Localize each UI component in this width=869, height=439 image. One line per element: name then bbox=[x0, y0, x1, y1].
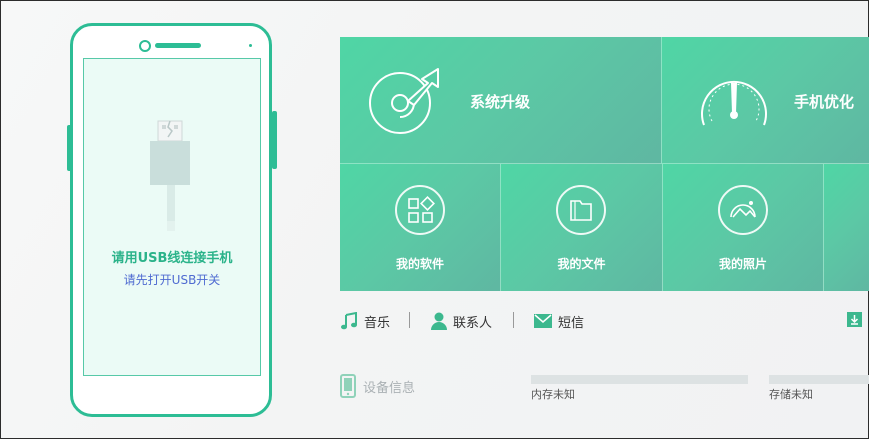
envelope-icon bbox=[534, 314, 552, 328]
tile-more[interactable] bbox=[824, 164, 869, 291]
gauge-icon bbox=[701, 80, 767, 126]
storage-bar bbox=[769, 375, 869, 384]
my-files-label: 我的文件 bbox=[557, 257, 606, 271]
my-software-label: 我的软件 bbox=[395, 257, 444, 271]
connect-usb-title: 请用USB线连接手机 bbox=[111, 251, 233, 266]
tile-my-software[interactable]: 我的软件 bbox=[340, 164, 501, 291]
enable-usb-hint: 请先打开USB开关 bbox=[123, 273, 221, 287]
software-icon bbox=[395, 185, 445, 235]
quick-link-music[interactable]: 音乐 bbox=[340, 311, 390, 331]
contact-person-icon bbox=[431, 312, 447, 330]
storage-label: 存储未知 bbox=[769, 388, 813, 401]
my-photos-label: 我的照片 bbox=[718, 257, 767, 271]
tile-phone-optimize[interactable]: 手机优化 bbox=[662, 37, 869, 164]
device-info: 设备信息 bbox=[340, 374, 415, 398]
phone-optimize-label: 手机优化 bbox=[794, 93, 855, 111]
phone-camera-icon bbox=[139, 40, 151, 52]
phone-speaker bbox=[155, 43, 201, 48]
phone-sensor bbox=[249, 44, 252, 47]
music-label: 音乐 bbox=[364, 315, 391, 331]
system-upgrade-label: 系统升级 bbox=[470, 93, 531, 111]
download-icon[interactable] bbox=[847, 312, 862, 327]
usb-cable-icon bbox=[150, 120, 190, 231]
memory-label: 内存未知 bbox=[531, 388, 575, 401]
divider bbox=[513, 312, 514, 328]
device-info-title: 设备信息 bbox=[363, 380, 416, 396]
phone-icon bbox=[340, 374, 356, 398]
quick-link-sms[interactable]: 短信 bbox=[534, 311, 584, 331]
sms-label: 短信 bbox=[558, 315, 585, 331]
folder-icon bbox=[556, 185, 606, 235]
phone-screen: 请用USB线连接手机 请先打开USB开关 bbox=[83, 58, 261, 376]
photo-icon bbox=[718, 185, 768, 235]
quick-link-contacts[interactable]: 联系人 bbox=[431, 311, 492, 331]
divider bbox=[409, 312, 410, 328]
phone-illustration: 请用USB线连接手机 请先打开USB开关 bbox=[70, 23, 272, 417]
contacts-label: 联系人 bbox=[453, 315, 493, 331]
music-note-icon bbox=[341, 312, 357, 330]
phone-side-button-right bbox=[272, 111, 277, 169]
memory-bar bbox=[531, 375, 748, 384]
tile-system-upgrade[interactable]: 系统升级 bbox=[340, 37, 662, 164]
tile-my-files[interactable]: 我的文件 bbox=[501, 164, 663, 291]
upgrade-disc-icon bbox=[369, 68, 439, 134]
tile-my-photos[interactable]: 我的照片 bbox=[663, 164, 824, 291]
